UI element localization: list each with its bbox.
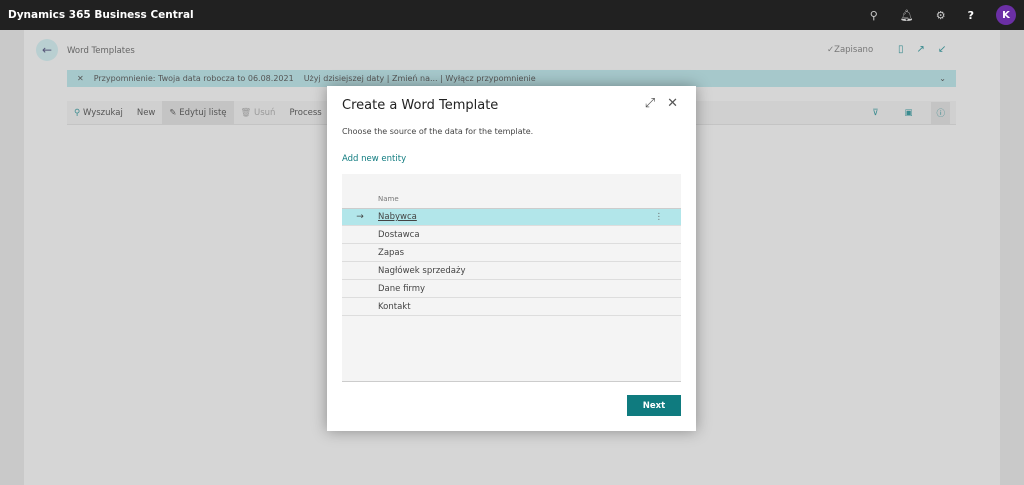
app-title: Dynamics 365 Business Central — [8, 9, 194, 21]
saved-label: Zapisano — [834, 45, 874, 55]
search-button[interactable]: ⚲ Wyszukaj — [67, 108, 130, 118]
filter-icon[interactable]: ⊽ — [865, 108, 885, 118]
list-item[interactable]: Nagłówek sprzedaży — [342, 262, 681, 280]
search-label: Wyszukaj — [82, 107, 123, 118]
arrow-right-icon: → — [356, 212, 364, 222]
layout-icon[interactable]: ▣ — [897, 108, 919, 118]
entity-list: Name → Nabywca ⋮ Dostawca Zapas Nagłówek s… — [342, 174, 681, 382]
gear-icon[interactable]: ⚙ — [936, 9, 946, 22]
top-bar: Dynamics 365 Business Central ⚲ 🔔︎ ⚙ ? K — [0, 0, 1024, 30]
banner-links[interactable]: Użyj dzisiejszej daty | Zmień na... | Wy… — [304, 74, 536, 83]
new-button[interactable]: New — [130, 108, 163, 118]
list-item[interactable]: Dane firmy — [342, 280, 681, 298]
search-icon: ⚲ — [74, 107, 81, 118]
close-icon[interactable]: ✕ — [77, 74, 84, 83]
expand-icon[interactable]: ⤢ — [645, 96, 655, 111]
edit-list-label: Edytuj listę — [179, 107, 227, 118]
collapse-icon[interactable]: ↙ — [938, 44, 946, 55]
search-icon[interactable]: ⚲ — [870, 9, 878, 22]
dialog-title: Create a Word Template — [342, 98, 499, 113]
create-word-template-dialog: Create a Word Template ⤢ ✕ Choose the so… — [327, 86, 696, 431]
row-label[interactable]: Nabywca — [378, 212, 417, 222]
list-item[interactable]: Zapas — [342, 244, 681, 262]
page-title: Word Templates — [67, 46, 135, 56]
delete-label: Usuń — [254, 107, 276, 118]
bookmark-icon[interactable]: ▯ — [898, 44, 904, 55]
edit-list-button[interactable]: ✎ Edytuj listę — [162, 101, 234, 124]
reminder-banner: ✕ Przypomnienie: Twoja data robocza to 0… — [67, 70, 956, 87]
saved-status: ✓Zapisano — [827, 45, 874, 55]
add-new-entity-link[interactable]: Add new entity — [342, 154, 406, 164]
next-button[interactable]: Next — [627, 395, 681, 416]
list-item[interactable]: → Nabywca ⋮ — [342, 208, 681, 226]
bell-icon[interactable]: 🔔︎ — [900, 9, 914, 22]
list-item[interactable]: Kontakt — [342, 298, 681, 316]
info-icon[interactable]: ⓘ — [931, 101, 950, 124]
list-item[interactable]: Dostawca — [342, 226, 681, 244]
process-menu[interactable]: Process — [282, 108, 328, 118]
dialog-subtitle: Choose the source of the data for the te… — [342, 127, 534, 136]
banner-text: Przypomnienie: Twoja data robocza to 06.… — [93, 74, 294, 83]
back-button[interactable]: ← — [36, 39, 58, 61]
more-options-icon[interactable]: ⋮ — [655, 212, 664, 222]
row-label: Nagłówek sprzedaży — [378, 265, 466, 276]
open-new-window-icon[interactable]: ↗ — [917, 44, 925, 55]
help-icon[interactable]: ? — [968, 9, 974, 22]
delete-button[interactable]: 🗑︎ Usuń — [234, 108, 283, 118]
row-label: Zapas — [378, 247, 405, 258]
row-label: Dane firmy — [378, 283, 426, 294]
column-header-name[interactable]: Name — [378, 195, 399, 203]
avatar[interactable]: K — [996, 5, 1016, 25]
close-icon[interactable]: ✕ — [667, 96, 678, 111]
row-label: Dostawca — [378, 229, 420, 240]
chevron-down-icon[interactable]: ⌄ — [939, 74, 946, 83]
row-label: Kontakt — [378, 301, 411, 312]
